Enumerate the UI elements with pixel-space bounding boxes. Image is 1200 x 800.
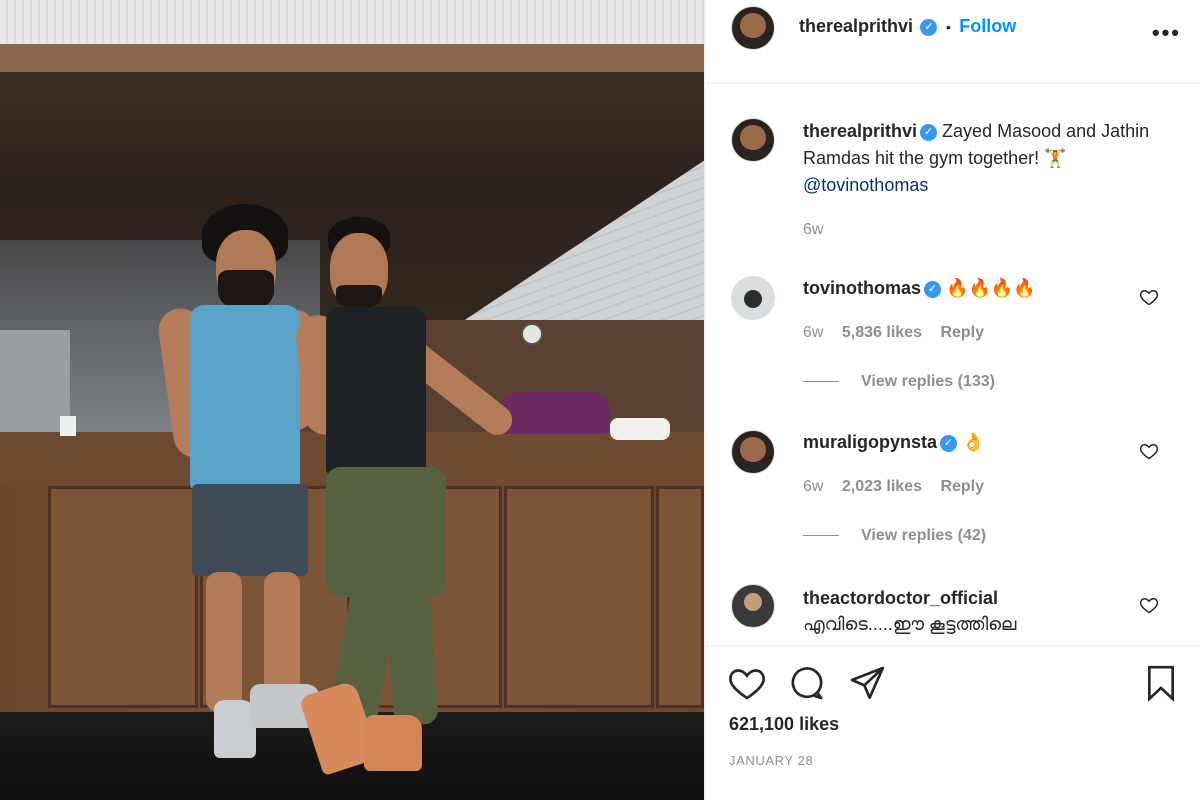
view-replies-line — [803, 535, 839, 537]
comment-likes[interactable]: 5,836 likes — [842, 324, 922, 341]
caption-username[interactable]: therealprithvi — [803, 121, 917, 141]
bookmark-icon[interactable] — [1141, 663, 1181, 703]
post-header: therealprithvi ✓ • Follow ••• — [705, 0, 1200, 84]
photo-counter-panel — [656, 486, 704, 708]
comment-text: എവിടെ.....ഈ കൂട്ടത്തിലെ — [803, 614, 1017, 634]
post-likes-count[interactable]: 621,100 likes — [729, 714, 839, 735]
verified-badge-icon: ✓ — [940, 434, 958, 452]
comment-age[interactable]: 6w — [803, 324, 823, 341]
view-replies-line — [803, 381, 839, 383]
photo-towel — [610, 418, 670, 440]
view-replies-button[interactable]: View replies (133) — [803, 373, 995, 391]
view-replies-label: View replies (42) — [861, 527, 987, 544]
post-actions: 621,100 likes JANUARY 28 — [705, 646, 1200, 800]
comment-reply-button[interactable]: Reply — [940, 478, 984, 495]
comment-like-heart-icon[interactable] — [1139, 441, 1159, 461]
heart-icon[interactable] — [727, 663, 767, 703]
photo-person-right — [293, 215, 560, 776]
comment-likes[interactable]: 2,023 likes — [842, 478, 922, 495]
comment-like-heart-icon[interactable] — [1139, 595, 1159, 615]
comment-text: 👌 — [962, 432, 985, 452]
verified-badge-icon: ✓ — [920, 19, 938, 37]
post-photo[interactable] — [0, 0, 704, 800]
separator-dot: • — [945, 19, 951, 35]
comment-text: 🔥🔥🔥🔥 — [946, 278, 1036, 298]
caption-age[interactable]: 6w — [803, 221, 823, 239]
post-sidebar: therealprithvi ✓ • Follow ••• therealpri… — [704, 0, 1200, 800]
verified-badge-icon: ✓ — [924, 280, 942, 298]
post-date[interactable]: JANUARY 28 — [729, 753, 813, 768]
comment-username[interactable]: theactordoctor_official — [803, 588, 998, 608]
caption-author-avatar[interactable] — [731, 118, 775, 162]
photo-person-left — [155, 200, 320, 770]
comment-avatar[interactable] — [731, 276, 775, 320]
comment-reply-button[interactable]: Reply — [940, 324, 984, 341]
photo-cup — [60, 416, 76, 436]
photo-ceiling-beam — [0, 44, 704, 72]
comment-age[interactable]: 6w — [803, 478, 823, 495]
verified-badge-icon: ✓ — [920, 123, 938, 141]
follow-button[interactable]: Follow — [959, 16, 1016, 36]
more-options-icon[interactable]: ••• — [1152, 20, 1181, 46]
comment-avatar[interactable] — [731, 430, 775, 474]
share-icon[interactable] — [847, 663, 887, 703]
comment-like-heart-icon[interactable] — [1139, 287, 1159, 307]
comment-icon[interactable] — [787, 663, 827, 703]
comment-username[interactable]: muraligopynsta — [803, 432, 937, 452]
view-replies-label: View replies (133) — [861, 373, 995, 390]
comment-username[interactable]: tovinothomas — [803, 278, 921, 298]
caption-mention-link[interactable]: @tovinothomas — [803, 175, 928, 195]
comment-avatar[interactable] — [731, 584, 775, 628]
author-username[interactable]: therealprithvi — [799, 16, 913, 36]
view-replies-button[interactable]: View replies (42) — [803, 527, 986, 545]
author-avatar[interactable] — [731, 6, 775, 50]
